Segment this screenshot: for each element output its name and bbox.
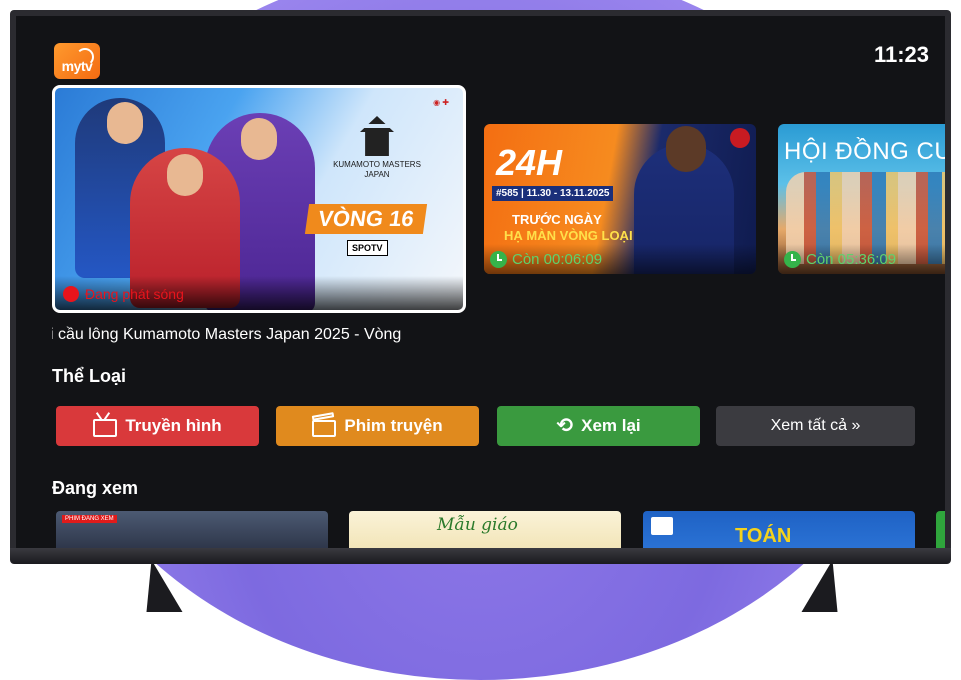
tv-bezel-bottom (10, 548, 951, 564)
program-logo-icon (651, 517, 673, 535)
category-label: Phim truyện (344, 416, 443, 435)
program-headline: TRƯỚC NGÀY (512, 212, 602, 227)
castle-icon (360, 116, 394, 156)
program-headline: HẠ MÀN VÒNG LOẠI (504, 228, 633, 243)
view-all-button[interactable]: Xem tất cả » (716, 406, 915, 446)
history-icon: ⟲ (556, 415, 574, 437)
player-face (241, 118, 277, 160)
channel-logo: SPOTV (347, 240, 388, 256)
clock-icon (490, 251, 507, 268)
category-film-button[interactable]: Phim truyện (276, 406, 479, 446)
player-face (107, 102, 143, 144)
clock-icon (784, 251, 801, 268)
thumbnail-title: Mẫu giáo (437, 515, 518, 535)
mytv-logo: mytv (54, 43, 100, 79)
watching-thumbnail[interactable]: PHIM ĐANG XEM (56, 511, 328, 548)
countdown-text: Còn 05:36:09 (806, 251, 897, 268)
watching-thumbnail[interactable] (936, 511, 945, 548)
live-status-label: Đang phát sóng (85, 286, 184, 302)
category-tv-button[interactable]: Truyền hình (56, 406, 259, 446)
watching-thumbnail[interactable]: Mẫu giáo (349, 511, 621, 548)
categories-heading: Thể Loại (52, 366, 127, 386)
round-label: VÒNG 16 (304, 204, 428, 234)
program-card-24h[interactable]: 24H #585 | 11.30 - 13.11.2025 TRƯỚC NGÀY… (484, 124, 756, 274)
player-face (666, 126, 706, 172)
category-label: Truyền hình (125, 416, 222, 435)
program-title-art: 24H (496, 142, 563, 183)
logo-arc-icon (76, 48, 94, 66)
live-status-bar: Đang phát sóng (55, 276, 463, 310)
tv-stand-right (801, 560, 851, 612)
player-face (167, 154, 203, 196)
event-logo: KUMAMOTO MASTERS JAPAN (327, 116, 427, 180)
thumbnail-tag: PHIM ĐANG XEM (62, 515, 117, 523)
view-all-label: Xem tất cả » (770, 417, 861, 434)
watching-thumbnail[interactable]: TOÁN (643, 511, 915, 548)
clapperboard-icon (312, 420, 337, 437)
featured-title: i cầu lông Kumamoto Masters Japan 2025 -… (52, 326, 402, 343)
thumbnail-title: TOÁN (735, 525, 792, 547)
watching-heading: Đang xem (52, 478, 139, 498)
program-date-art: #585 | 11.30 - 13.11.2025 (492, 186, 614, 201)
channel-badge-icon (730, 128, 750, 148)
category-label: Xem lại (581, 416, 641, 435)
countdown-bar: Còn 00:06:09 (484, 244, 756, 274)
program-title-art: HỘI ĐỒNG CƯ (784, 138, 945, 165)
tournament-brand-icon: ◉ ✚ (433, 98, 449, 107)
featured-card[interactable]: ◉ ✚ KUMAMOTO MASTERS JAPAN VÒNG 16 SPOTV… (52, 85, 466, 313)
category-replay-button[interactable]: ⟲ Xem lại (497, 406, 700, 446)
tv-screen: mytv 11:23 ◉ ✚ KUMAMOTO MASTERS JAPAN VÒ… (16, 16, 945, 548)
event-name: KUMAMOTO MASTERS JAPAN (333, 160, 421, 179)
program-card-hoi-dong-cu[interactable]: HỘI ĐỒNG CƯ Còn 05:36:09 (778, 124, 945, 274)
tv-icon (93, 419, 118, 437)
live-dot-icon (63, 286, 79, 302)
clock: 11:23 (873, 42, 929, 67)
countdown-bar: Còn 05:36:09 (778, 244, 945, 274)
countdown-text: Còn 00:06:09 (512, 251, 603, 268)
